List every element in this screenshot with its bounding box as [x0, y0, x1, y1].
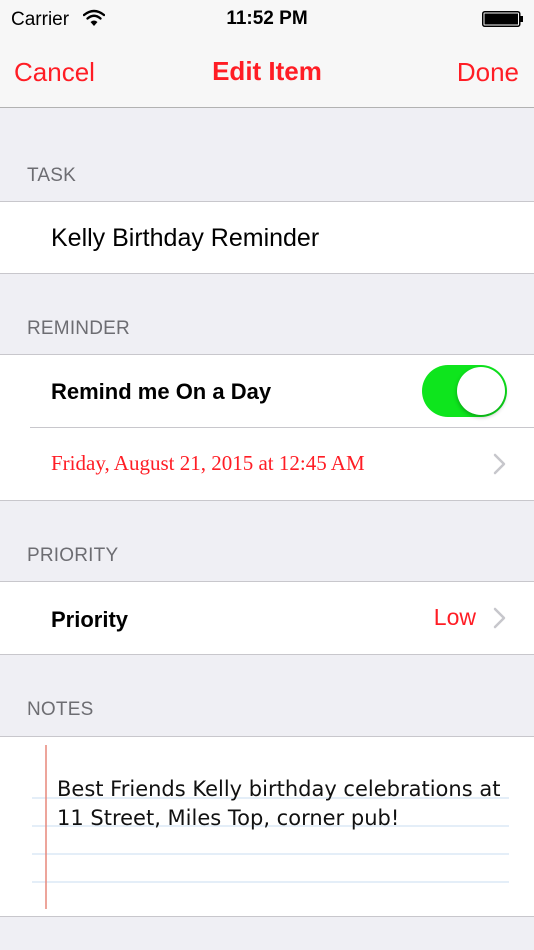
- task-cell[interactable]: Kelly Birthday Reminder: [0, 202, 534, 273]
- task-group: Kelly Birthday Reminder: [0, 201, 534, 274]
- notes-text: Best Friends Kelly birthday celebrations…: [57, 777, 501, 830]
- task-name-field[interactable]: Kelly Birthday Reminder: [51, 224, 319, 253]
- cancel-button[interactable]: Cancel: [14, 57, 95, 88]
- section-header-priority: PRIORITY: [27, 545, 119, 566]
- done-button[interactable]: Done: [457, 57, 519, 88]
- chevron-right-icon: [493, 607, 506, 629]
- status-bar: Carrier 11:52 PM: [0, 0, 534, 40]
- toggle-knob: [457, 367, 505, 415]
- priority-label: Priority: [51, 607, 129, 632]
- notes-text-area[interactable]: Best Friends Kelly birthday celebrations…: [0, 736, 534, 917]
- reminder-group: Remind me On a Day Friday, August 21, 20…: [0, 354, 534, 501]
- priority-cell[interactable]: Priority Low: [0, 582, 534, 654]
- section-header-notes: NOTES: [27, 699, 94, 720]
- status-time: 11:52 PM: [226, 8, 308, 29]
- chevron-right-icon: [493, 453, 506, 475]
- priority-value: Low: [433, 604, 476, 630]
- navigation-bar: Cancel Edit Item Done: [0, 40, 534, 108]
- remind-toggle-label: Remind me On a Day: [51, 379, 272, 404]
- section-header-task: TASK: [27, 165, 77, 186]
- priority-group: Priority Low: [0, 581, 534, 655]
- reminder-date-label: Friday, August 21, 2015 at 12:45 AM: [51, 451, 365, 475]
- remind-toggle-switch[interactable]: [422, 365, 507, 417]
- section-header-reminder: REMINDER: [27, 318, 130, 339]
- battery-icon: [482, 11, 523, 27]
- remind-toggle-cell: Remind me On a Day: [0, 355, 534, 427]
- reminder-date-cell[interactable]: Friday, August 21, 2015 at 12:45 AM: [0, 427, 534, 500]
